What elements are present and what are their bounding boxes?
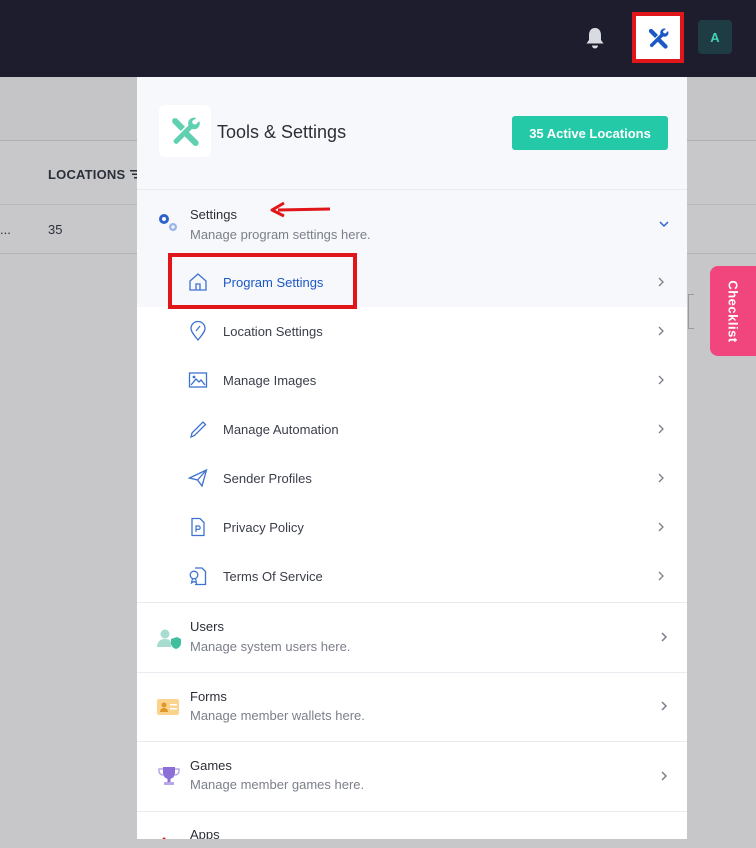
tools-logo [159, 105, 211, 157]
top-navigation-bar: A [0, 0, 756, 77]
tools-icon [649, 28, 669, 49]
chevron-right-icon [658, 375, 664, 385]
terms-of-service-label: Terms Of Service [223, 569, 323, 584]
checklist-tab[interactable]: Checklist [710, 266, 756, 356]
privacy-policy-label: Privacy Policy [223, 520, 304, 535]
sender-profiles-label: Sender Profiles [223, 471, 312, 486]
table-cell-truncated: ... [0, 222, 11, 237]
gears-icon [159, 214, 177, 231]
location-settings-item[interactable]: Location Settings [137, 307, 687, 356]
users-title: Users [190, 619, 224, 634]
tools-settings-button[interactable] [632, 12, 684, 63]
apps-icon [162, 837, 166, 839]
locations-column-header[interactable]: LOCATIONS [48, 167, 125, 182]
games-title: Games [190, 758, 232, 773]
chevron-right-icon [658, 571, 664, 581]
pagination-edge [688, 294, 694, 329]
user-shield-icon [157, 629, 181, 649]
trophy-icon [158, 767, 180, 785]
tools-settings-dropdown: Tools & Settings 35 Active Locations Set… [137, 77, 687, 839]
manage-images-label: Manage Images [223, 373, 317, 388]
bell-icon[interactable] [584, 26, 606, 50]
image-icon [188, 372, 208, 388]
chevron-right-icon [661, 632, 668, 642]
program-settings-highlight [168, 253, 357, 309]
paper-plane-icon [187, 468, 208, 488]
chevron-right-icon [658, 473, 664, 483]
manage-automation-label: Manage Automation [223, 422, 339, 437]
apps-section[interactable]: Apps [137, 812, 687, 839]
chevron-right-icon [658, 277, 664, 287]
users-subtitle: Manage system users here. [190, 639, 351, 654]
annotation-arrow-icon [270, 201, 331, 218]
settings-title: Settings [190, 207, 237, 222]
chevron-right-icon [658, 424, 664, 434]
privacy-policy-item[interactable]: Privacy Policy [137, 503, 687, 552]
panel-title: Tools & Settings [217, 122, 347, 142]
location-settings-label: Location Settings [223, 324, 323, 339]
terms-of-service-item[interactable]: Terms Of Service [137, 552, 687, 601]
manage-automation-item[interactable]: Manage Automation [137, 405, 687, 454]
active-locations-button[interactable]: 35 Active Locations [512, 116, 668, 150]
apps-title: Apps [190, 827, 220, 839]
chevron-right-icon [661, 701, 668, 711]
chevron-right-icon [658, 522, 664, 532]
forms-subtitle: Manage member wallets here. [190, 708, 365, 723]
location-pin-icon [190, 320, 206, 342]
terms-document-icon [189, 567, 207, 586]
document-p-icon [191, 517, 205, 537]
chevron-down-icon[interactable] [657, 217, 671, 231]
chevron-right-icon [661, 771, 668, 781]
user-avatar[interactable]: A [698, 20, 732, 54]
panel-header: Tools & Settings 35 Active Locations [137, 77, 687, 190]
users-section[interactable]: Users Manage system users here. [137, 603, 687, 673]
table-cell-locations: 35 [48, 222, 63, 237]
checklist-label: Checklist [725, 279, 741, 343]
id-card-icon [157, 699, 179, 715]
chevron-right-icon [658, 326, 664, 336]
manage-images-item[interactable]: Manage Images [137, 356, 687, 405]
games-section[interactable]: Games Manage member games here. [137, 742, 687, 812]
forms-title: Forms [190, 689, 227, 704]
sender-profiles-item[interactable]: Sender Profiles [137, 454, 687, 503]
settings-subtitle: Manage program settings here. [190, 227, 371, 242]
tools-large-icon [172, 117, 200, 147]
games-subtitle: Manage member games here. [190, 777, 365, 792]
forms-section[interactable]: Forms Manage member wallets here. [137, 673, 687, 742]
pencil-icon [190, 421, 207, 439]
